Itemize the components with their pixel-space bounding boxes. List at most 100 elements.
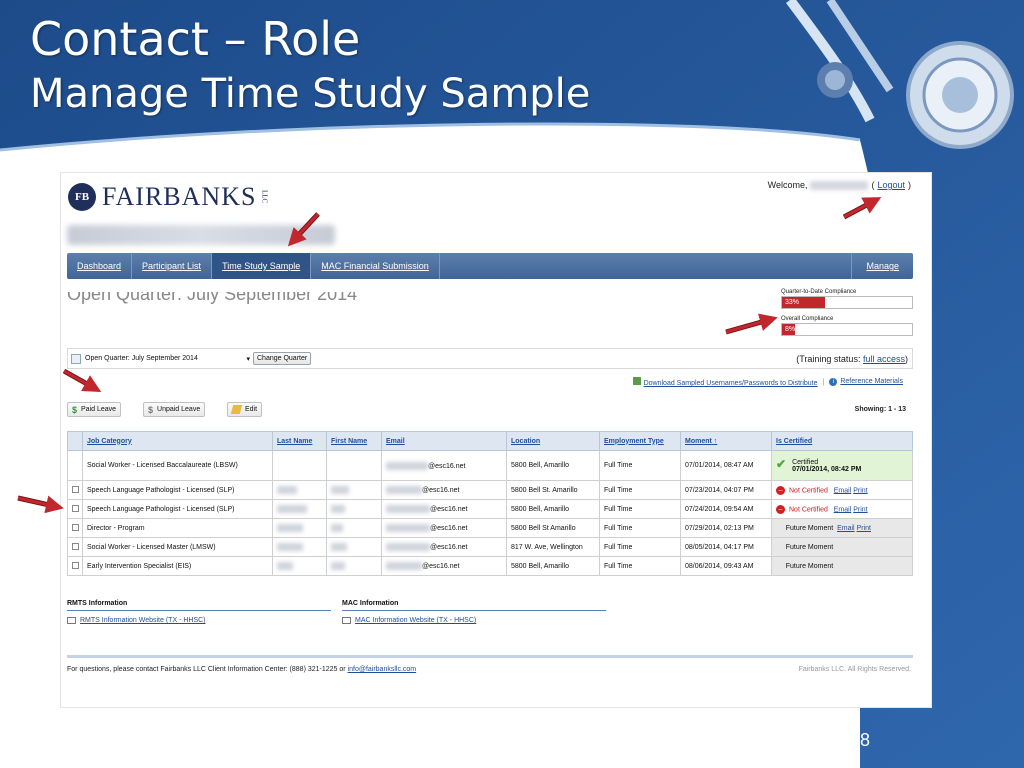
download-links: Download Sampled Usernames/Passwords to … <box>632 377 903 387</box>
col-location[interactable]: Location <box>506 431 600 451</box>
table-row[interactable]: Early Intervention Specialist (EIS) @esc… <box>67 556 913 576</box>
mac-heading: MAC Information <box>342 600 606 611</box>
overall-compliance-fill: 8% <box>782 324 795 335</box>
dollar-icon: $ <box>72 404 78 415</box>
external-link-icon <box>67 617 76 624</box>
email-link[interactable]: Email <box>837 525 855 532</box>
paid-leave-button[interactable]: $ Paid Leave <box>67 402 122 417</box>
training-status: (Training status: full access) <box>796 353 908 364</box>
email-redacted <box>386 461 428 470</box>
welcome-area: Welcome, (Logout) <box>767 180 911 190</box>
info-icon: i <box>829 378 838 386</box>
status-cell: – Not Certified Email Print <box>771 480 913 500</box>
col-employment-type[interactable]: Employment Type <box>599 431 681 451</box>
rmts-information: RMTS Information RMTS Information Websit… <box>67 600 331 624</box>
quarter-select[interactable]: Open Quarter: July September 2014 ▾ <box>85 355 253 363</box>
nav-mac-financial-submission[interactable]: MAC Financial Submission <box>311 253 440 279</box>
showing-count: Showing: 1 - 13 <box>854 406 906 413</box>
mac-website-link[interactable]: MAC Information Website (TX - HHSC) <box>355 617 476 624</box>
nav-manage[interactable]: Manage <box>851 253 913 279</box>
table-row[interactable]: Speech Language Pathologist - Licensed (… <box>67 480 913 500</box>
logo-text: FAIRBANKS <box>102 182 257 211</box>
unpaid-leave-button[interactable]: $ Unpaid Leave <box>143 402 206 417</box>
last-name-redacted <box>277 562 293 570</box>
row-checkbox[interactable] <box>71 561 79 569</box>
stethoscope-image <box>785 0 1014 149</box>
logout-link[interactable]: Logout <box>877 180 905 190</box>
chevron-down-icon: ▾ <box>246 355 250 363</box>
row-checkbox[interactable] <box>71 523 79 531</box>
overall-compliance-bar: 8% <box>781 323 913 336</box>
footer-rights: Fairbanks LLC. All Rights Reserved. <box>798 666 911 673</box>
row-checkbox[interactable] <box>71 485 79 493</box>
quarter-compliance-fill: 33% <box>782 297 825 308</box>
quarter-compliance-bar: 33% <box>781 296 913 309</box>
logo-badge: FB <box>68 183 96 211</box>
spreadsheet-icon <box>632 377 641 385</box>
table-row[interactable]: Director - Program @esc16.net 5800 Bell … <box>67 518 913 538</box>
last-name-redacted <box>277 486 297 494</box>
slide-title-line1: Contact – Role <box>30 12 361 66</box>
table-row[interactable]: Social Worker - Licensed Master (LMSW) @… <box>67 537 913 557</box>
col-email[interactable]: Email <box>381 431 507 451</box>
row-checkbox[interactable] <box>71 504 79 512</box>
main-nav: Dashboard Participant List Time Study Sa… <box>67 253 913 279</box>
status-cell: ✔ Certified 07/01/2014, 08:42 PM <box>771 450 913 481</box>
col-is-certified[interactable]: Is Certified <box>771 431 913 451</box>
status-cell: – Not Certified Email Print <box>771 499 913 519</box>
pencil-icon <box>230 405 243 414</box>
last-name-redacted <box>277 543 303 551</box>
overall-compliance: Overall Compliance 8% <box>781 316 913 336</box>
col-job-category[interactable]: Job Category <box>82 431 273 451</box>
time-study-table: Job Category Last Name First Name Email … <box>67 431 913 576</box>
table-row[interactable]: Social Worker - Licensed Baccalaureate (… <box>67 450 913 481</box>
footer-email-link[interactable]: info@fairbanksllc.com <box>348 666 417 673</box>
table-header-row: Job Category Last Name First Name Email … <box>67 431 913 451</box>
not-certified-icon: – <box>776 504 785 514</box>
col-last-name[interactable]: Last Name <box>272 431 327 451</box>
table-row[interactable]: Speech Language Pathologist - Licensed (… <box>67 499 913 519</box>
quarter-selector-bar: Open Quarter: July September 2014 ▾ Chan… <box>67 348 913 369</box>
email-link[interactable]: Email <box>834 487 852 494</box>
email-redacted <box>386 543 430 551</box>
slide-title: Contact – Role Manage Time Study Sample <box>30 10 590 120</box>
change-quarter-button[interactable]: Change Quarter <box>253 352 312 365</box>
download-credentials-link[interactable]: Download Sampled Usernames/Passwords to … <box>644 380 818 387</box>
overall-compliance-label: Overall Compliance <box>781 316 834 322</box>
nav-participant-list[interactable]: Participant List <box>132 253 213 279</box>
first-name-redacted <box>331 524 343 532</box>
email-redacted <box>386 486 422 494</box>
first-name-redacted <box>331 543 347 551</box>
welcome-label: Welcome, <box>767 180 808 190</box>
nav-dashboard[interactable]: Dashboard <box>67 253 133 279</box>
nav-time-study-sample[interactable]: Time Study Sample <box>212 253 312 279</box>
dollar-icon: $ <box>148 404 154 415</box>
user-name-redacted <box>810 180 869 190</box>
print-link[interactable]: Print <box>853 487 867 494</box>
print-link[interactable]: Print <box>853 506 867 513</box>
first-name-redacted <box>331 505 345 513</box>
email-link[interactable]: Email <box>834 506 852 513</box>
reference-materials-link[interactable]: Reference Materials <box>840 378 903 385</box>
last-name-redacted <box>277 524 303 532</box>
footer-contact: For questions, please contact Fairbanks … <box>67 666 417 673</box>
edit-button[interactable]: Edit <box>227 402 263 417</box>
first-name-redacted <box>331 562 345 570</box>
col-first-name[interactable]: First Name <box>326 431 382 451</box>
quarter-compliance-label: Quarter-to-Date Compliance <box>781 289 857 295</box>
quarter-heading: Open Quarter: July September 2014 <box>67 292 358 304</box>
email-redacted <box>386 524 430 532</box>
email-redacted <box>386 505 430 513</box>
col-moment[interactable]: Moment ↑ <box>680 431 772 451</box>
row-checkbox[interactable] <box>71 542 79 550</box>
slide-number: 18 <box>849 730 871 750</box>
external-link-icon <box>342 617 351 624</box>
first-name-redacted <box>331 486 349 494</box>
rmts-heading: RMTS Information <box>67 600 331 611</box>
rmts-website-link[interactable]: RMTS Information Website (TX - HHSC) <box>80 617 206 624</box>
fairbanks-logo: FB FAIRBANKS LLC <box>68 182 268 212</box>
sort-up-icon: ↑ <box>713 437 718 445</box>
last-name-redacted <box>277 505 307 513</box>
training-status-link[interactable]: full access <box>863 354 905 364</box>
print-link[interactable]: Print <box>857 525 871 532</box>
